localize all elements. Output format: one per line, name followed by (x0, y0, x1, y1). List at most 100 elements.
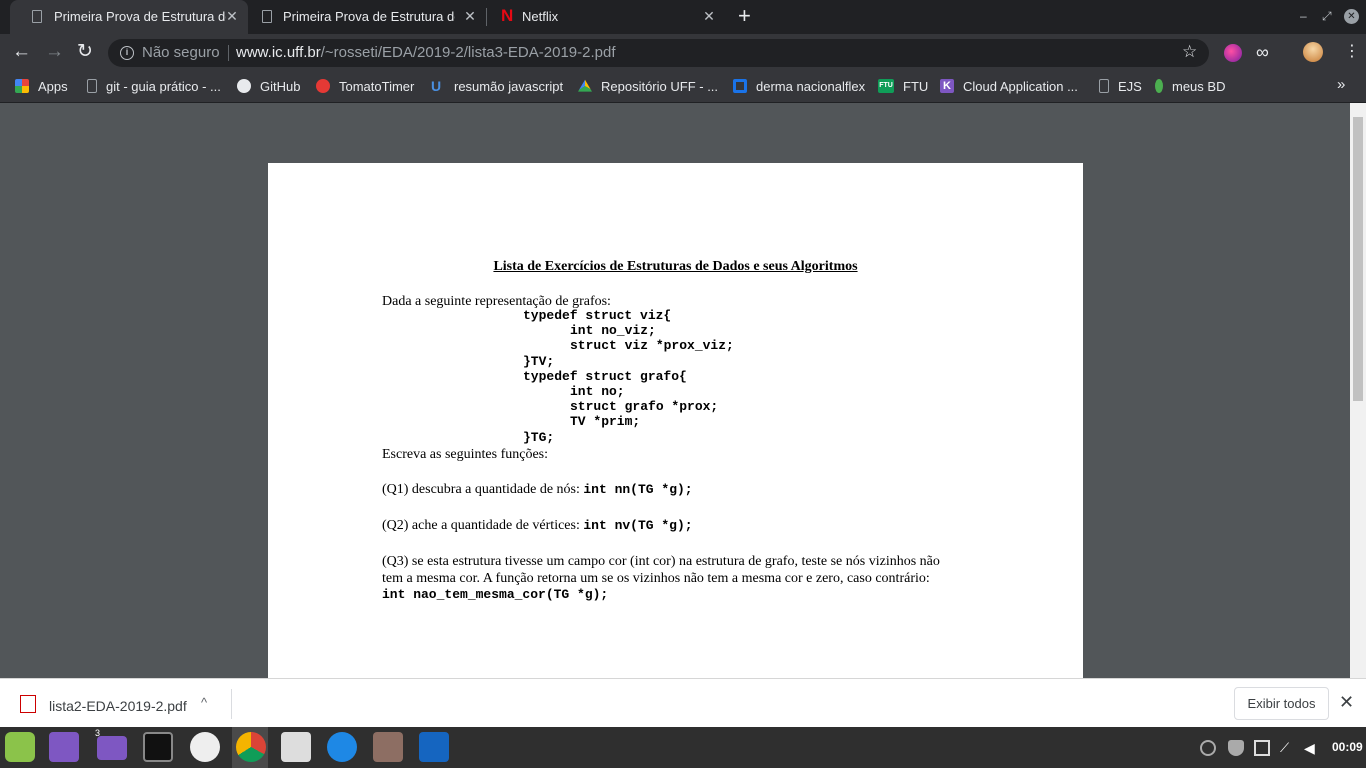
url-host: www.ic.uff.br (236, 44, 321, 61)
shield-icon[interactable] (1228, 740, 1244, 756)
download-options-chevron-icon[interactable]: ^ (201, 695, 207, 710)
tab-title: Netflix (522, 9, 559, 24)
address-bar[interactable]: i Não seguro www.ic.uff.br/~rosseti/EDA/… (108, 39, 1209, 67)
code-line: int no; (570, 384, 625, 399)
question-2-text: (Q2) ache a quantidade de vértices: (382, 518, 584, 533)
code-line: }TV; (523, 353, 555, 369)
code-line: TV *prim; (570, 414, 641, 430)
bookmark-github[interactable]: GitHub (237, 77, 300, 95)
drive-icon (578, 79, 592, 92)
download-filename[interactable]: lista2-EDA-2019-2.pdf (49, 698, 187, 714)
clock-app-icon[interactable] (190, 732, 220, 762)
document-title: Lista de Exercícios de Estruturas de Dad… (493, 259, 858, 274)
k-logo-icon: K (940, 79, 954, 93)
pdf-file-icon (20, 695, 36, 713)
url-path: /~rosseti/EDA/2019-2/lista3-EDA-2019-2.p… (320, 44, 616, 61)
tab-primeira-prova-2[interactable]: Primeira Prova de Estrutura de ✕ (248, 0, 487, 34)
bookmark-ftu[interactable]: FTU FTU (878, 77, 928, 95)
extension-moon-icon[interactable] (1224, 44, 1242, 62)
pdf-page: Lista de Exercícios de Estruturas de Dad… (268, 163, 1083, 678)
code-line: int no_viz; (570, 323, 656, 339)
u-logo-icon: U (431, 78, 442, 94)
bookmark-cloud-application[interactable]: K Cloud Application ... (940, 77, 1078, 95)
code-line: typedef struct viz{ (523, 308, 672, 323)
page-icon (1099, 79, 1109, 93)
tab-primeira-prova-1[interactable]: Primeira Prova de Estrutura de ✕ (10, 0, 248, 34)
download-separator (231, 689, 232, 719)
bookmark-ejs[interactable]: EJS (1099, 77, 1142, 95)
document-instruction: Escreva as seguintes funções: (382, 447, 548, 462)
github-icon (237, 79, 251, 93)
close-download-bar-icon[interactable]: ✕ (1339, 692, 1354, 713)
bookmark-tomatotimer[interactable]: TomatoTimer (316, 77, 414, 95)
show-desktop-icon[interactable] (49, 732, 79, 762)
tab-close-icon[interactable]: ✕ (224, 8, 240, 25)
chrome-icon[interactable] (236, 732, 266, 762)
mint-menu-icon[interactable] (5, 732, 35, 762)
show-all-downloads-button[interactable]: Exibir todos (1234, 687, 1329, 720)
terminal-icon[interactable] (143, 732, 173, 762)
pdf-viewer[interactable]: Lista de Exercícios de Estruturas de Dad… (0, 103, 1350, 678)
bookmark-derma-nacionalflex[interactable]: derma nacionalflex (733, 77, 865, 95)
profile-avatar[interactable] (1303, 42, 1323, 62)
question-3-code: int nao_tem_mesma_cor(TG *g); (382, 587, 609, 602)
question-1: (Q1) descubra a quantidade de nós: int n… (382, 481, 693, 498)
files-icon[interactable] (97, 736, 127, 760)
bookmark-repositorio-uff[interactable]: Repositório UFF - ... (578, 77, 718, 95)
tab-netflix[interactable]: N Netflix ✕ (487, 0, 727, 34)
new-tab-button[interactable]: + (738, 5, 751, 27)
bookmarks-overflow-button[interactable]: » (1337, 76, 1345, 93)
netflix-icon: N (501, 6, 514, 25)
tab-strip: Primeira Prova de Estrutura de ✕ Primeir… (0, 0, 1366, 34)
close-window-button[interactable]: ✕ (1344, 9, 1359, 24)
scrollbar-thumb[interactable] (1353, 117, 1363, 401)
tab-close-icon[interactable]: ✕ (462, 8, 478, 25)
question-1-code: int nn(TG *g); (583, 482, 693, 497)
gimp-icon[interactable] (373, 732, 403, 762)
code-line: struct grafo *prox; (570, 399, 719, 415)
page-icon (87, 79, 97, 93)
url-text[interactable]: www.ic.uff.br/~rosseti/EDA/2019-2/lista3… (236, 44, 615, 61)
volume-icon[interactable]: ◀ (1304, 740, 1320, 756)
bookmark-label: meus BD (1172, 78, 1226, 94)
bookmark-label: EJS (1118, 78, 1142, 94)
bookmark-label: GitHub (260, 78, 301, 94)
question-3-line-2: tem a mesma cor. A função retorna um se … (382, 571, 930, 586)
back-button[interactable]: ← (12, 41, 31, 63)
info-icon[interactable]: i (120, 46, 134, 60)
apps-grid-icon (15, 79, 29, 93)
grid-logo-icon (733, 79, 747, 93)
omnibox-separator (228, 45, 229, 61)
question-1-text: (Q1) descubra a quantidade de nós: (382, 482, 584, 497)
bookmark-label: Cloud Application ... (963, 78, 1078, 94)
tomato-icon (316, 79, 330, 93)
image-viewer-icon[interactable] (281, 732, 311, 762)
update-icon[interactable] (1254, 740, 1270, 756)
code-block: typedef struct viz{int no_viz; struct viz… (523, 308, 823, 448)
clock[interactable]: 00:09 (1332, 740, 1363, 754)
network-icon[interactable]: ⟋ (1280, 740, 1296, 756)
bookmark-label: derma nacionalflex (756, 78, 866, 94)
scrollbar[interactable] (1350, 103, 1366, 678)
bookmark-apps[interactable]: Apps (15, 77, 68, 95)
bookmark-meus-bd[interactable]: meus BD (1155, 77, 1225, 95)
vscode-icon[interactable] (419, 732, 449, 762)
restore-button[interactable]: ⤢ (1322, 9, 1332, 24)
forward-button[interactable]: → (45, 41, 64, 63)
status-circle-icon[interactable] (1200, 740, 1216, 756)
bookmarks-bar: Apps git - guia prático - ... GitHub Tom… (0, 71, 1366, 103)
bookmark-git-guia[interactable]: git - guia prático - ... (87, 77, 221, 95)
extension-infinity-icon[interactable]: ∞ (1256, 43, 1274, 62)
simplenote-icon[interactable] (327, 732, 357, 762)
minimize-button[interactable]: – (1300, 9, 1307, 23)
bookmark-label: git - guia prático - ... (106, 78, 221, 94)
bookmark-star-icon[interactable]: ☆ (1182, 42, 1197, 62)
bookmark-label: Apps (38, 78, 68, 94)
reload-button[interactable]: ↻ (77, 41, 93, 63)
question-2-code: int nv(TG *g); (583, 518, 693, 533)
menu-kebab-icon[interactable]: ⋮ (1344, 44, 1362, 62)
bookmark-label: FTU (903, 78, 929, 94)
bookmark-resumao-javascript[interactable]: U resumão javascript (431, 77, 563, 95)
leaf-icon (1155, 79, 1163, 93)
tab-close-icon[interactable]: ✕ (701, 8, 717, 25)
